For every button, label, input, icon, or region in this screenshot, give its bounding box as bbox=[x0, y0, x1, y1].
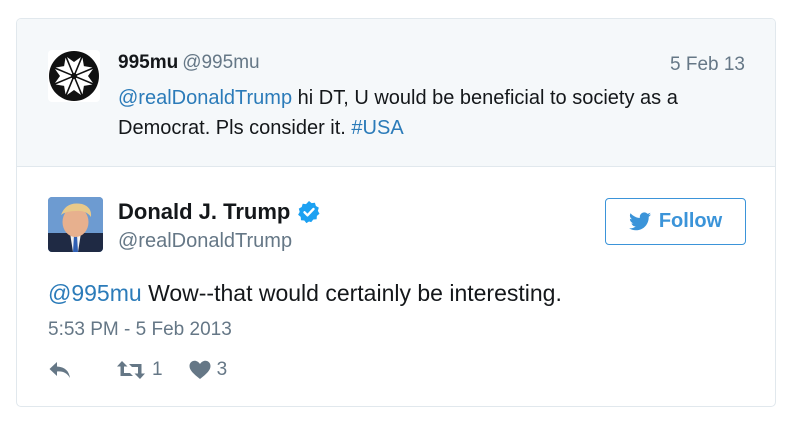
tweet-card: 995mu @995mu 5 Feb 13 @realDonaldTrump hi… bbox=[16, 18, 776, 407]
maltese-cross-icon bbox=[49, 51, 99, 101]
reply-icon bbox=[49, 362, 70, 378]
like-count: 3 bbox=[216, 359, 228, 380]
quoted-tweet[interactable]: 995mu @995mu 5 Feb 13 @realDonaldTrump hi… bbox=[17, 19, 775, 167]
hashtag-link[interactable]: #USA bbox=[351, 117, 403, 139]
heart-icon bbox=[189, 360, 211, 379]
like-button[interactable]: 3 bbox=[189, 359, 228, 381]
mention-link[interactable]: @995mu bbox=[48, 280, 142, 306]
tweet-actions: 1 3 bbox=[48, 359, 253, 381]
retweet-icon bbox=[117, 361, 145, 379]
twitter-bird-icon bbox=[628, 212, 651, 231]
follow-button[interactable]: Follow bbox=[605, 198, 746, 245]
follow-label: Follow bbox=[658, 210, 723, 232]
avatar[interactable] bbox=[48, 50, 100, 102]
verified-badge-icon bbox=[298, 201, 320, 224]
quoted-date[interactable]: 5 Feb 13 bbox=[670, 54, 745, 76]
reply-button[interactable] bbox=[48, 360, 72, 380]
retweet-count: 1 bbox=[152, 359, 163, 380]
quoted-mention-link[interactable]: @realDonaldTrump bbox=[118, 87, 292, 109]
tweet-text: @995mu Wow--that would certainly be inte… bbox=[48, 280, 562, 307]
tweet-text-body: Wow--that would certainly be interesting… bbox=[141, 280, 562, 306]
tweet-timestamp[interactable]: 5:53 PM - 5 Feb 2013 bbox=[48, 319, 232, 341]
display-name-text: Donald J. Trump bbox=[118, 199, 291, 224]
avatar[interactable] bbox=[48, 197, 103, 252]
quoted-header: 995mu @995mu bbox=[118, 52, 260, 74]
quoted-display-name[interactable]: 995mu bbox=[118, 52, 178, 73]
display-name[interactable]: Donald J. Trump bbox=[118, 199, 321, 225]
retweet-button[interactable]: 1 bbox=[116, 359, 163, 381]
profile-photo-icon bbox=[48, 197, 103, 252]
quoted-handle[interactable]: @995mu bbox=[182, 52, 259, 73]
quoted-text: @realDonaldTrump hi DT, U would be benef… bbox=[118, 83, 738, 143]
user-handle[interactable]: @realDonaldTrump bbox=[118, 230, 292, 253]
